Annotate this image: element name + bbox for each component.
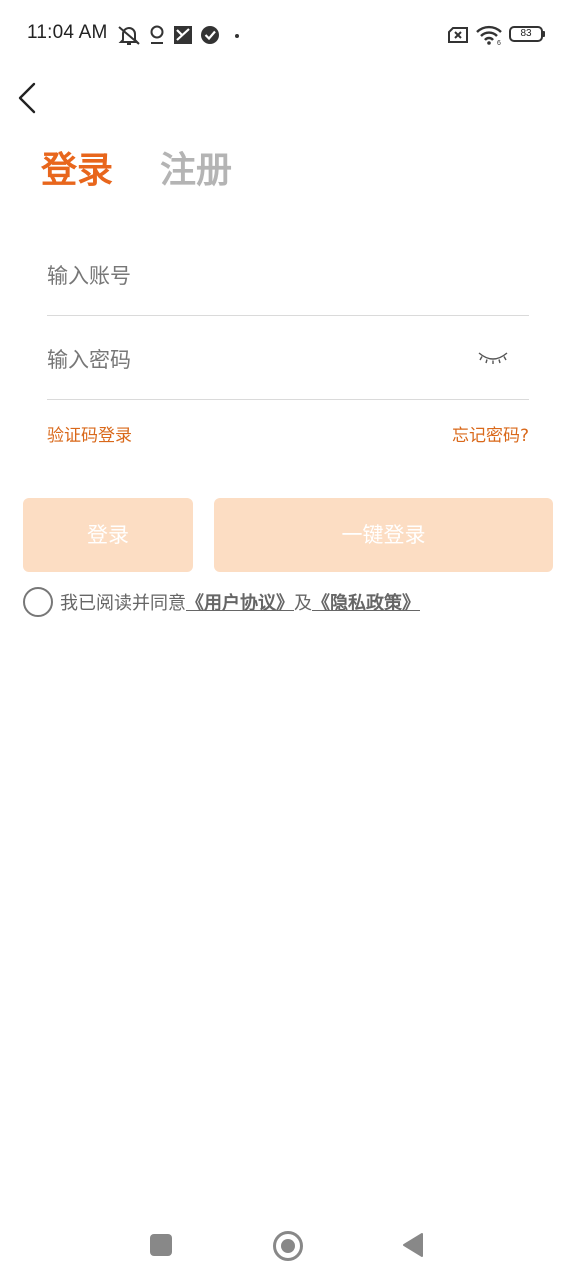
system-nav-bar <box>0 1210 576 1280</box>
agreement-text: 我已阅读并同意 <box>60 593 186 614</box>
user-agreement-link[interactable]: 《用户协议》 <box>186 589 294 615</box>
svg-text:6: 6 <box>497 40 501 46</box>
agreement-and-text: 及 <box>294 593 312 614</box>
agreement-row: 我已阅读并同意 《用户协议》 及 《隐私政策》 <box>23 586 420 618</box>
dot-icon <box>235 34 239 38</box>
account-field <box>47 240 529 316</box>
recents-icon[interactable] <box>150 1234 172 1256</box>
location-icon <box>150 25 164 44</box>
forgot-password-link[interactable]: 忘记密码? <box>452 421 529 446</box>
password-input[interactable] <box>47 342 447 378</box>
check-circle-icon <box>201 26 219 44</box>
mute-icon <box>118 26 140 45</box>
password-field <box>47 324 529 400</box>
privacy-policy-link[interactable]: 《隐私政策》 <box>312 589 420 615</box>
eye-closed-icon[interactable] <box>477 348 509 368</box>
account-input[interactable] <box>47 258 447 294</box>
home-icon[interactable] <box>273 1231 303 1261</box>
status-bar: 11:04 AM 6 83 <box>0 0 576 72</box>
sms-login-link[interactable]: 验证码登录 <box>47 421 132 446</box>
status-time: 11:04 AM <box>27 22 108 43</box>
one-click-login-button[interactable]: 一键登录 <box>214 498 553 572</box>
sim-error-icon <box>448 27 468 43</box>
tab-register[interactable]: 注册 <box>160 148 232 194</box>
nav-back-icon[interactable] <box>402 1232 424 1258</box>
wifi-icon: 6 <box>476 25 502 46</box>
home-dot <box>281 1239 295 1253</box>
app-notification-icon <box>174 26 192 44</box>
battery-icon: 83 <box>509 26 543 42</box>
back-chevron-icon[interactable] <box>12 80 48 116</box>
battery-tip <box>543 31 545 37</box>
battery-level: 83 <box>520 28 532 39</box>
tab-login[interactable]: 登录 <box>41 148 113 194</box>
login-button[interactable]: 登录 <box>23 498 193 572</box>
agreement-checkbox[interactable] <box>23 587 53 617</box>
